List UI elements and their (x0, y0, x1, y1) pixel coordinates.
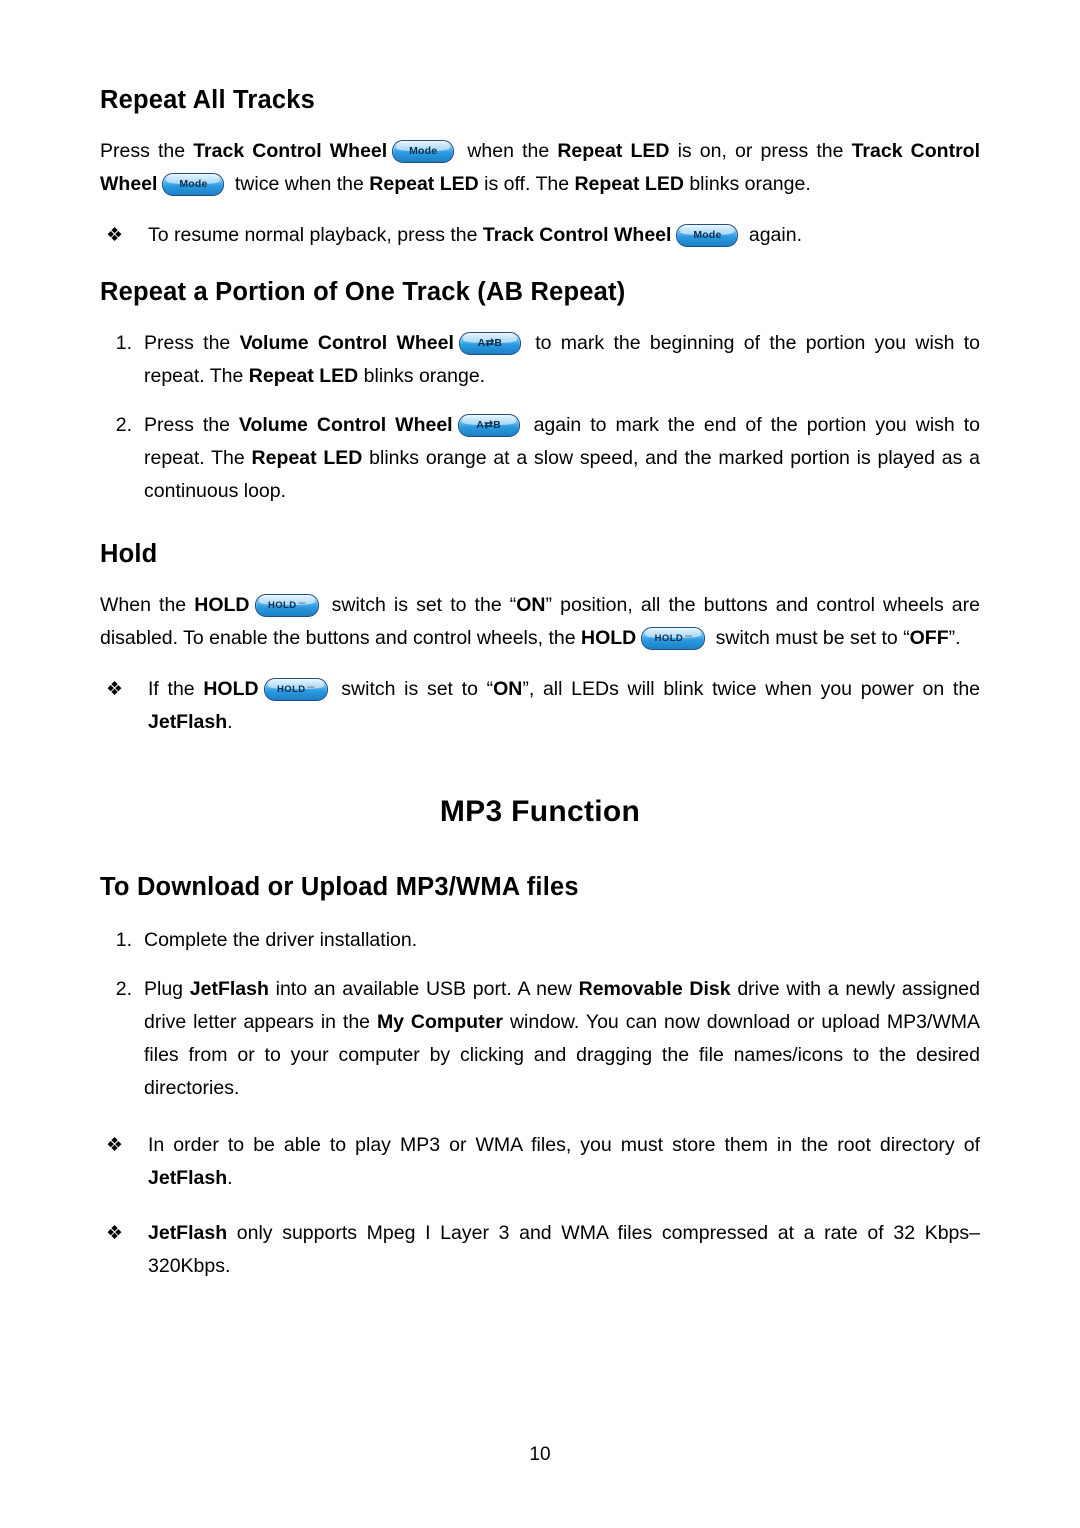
text-bold-my-computer: My Computer (376, 1011, 504, 1033)
heading-repeat-all-tracks: Repeat All Tracks (100, 86, 316, 114)
text-bold-repeat-led: Repeat LED (251, 447, 363, 469)
list-item-text: Plug JetFlash into an available USB port… (144, 973, 980, 1105)
text-fragment: ”, all LEDs will blink twice when you po… (522, 678, 981, 700)
text-bold-track-control-wheel: Track Control Wheel (482, 224, 672, 246)
bullet-text: To resume normal playback, press the Tra… (148, 219, 980, 252)
bullet-diamond-icon: ❖ (106, 679, 124, 700)
text-bold-repeat-led: Repeat LED (557, 140, 670, 162)
text-fragment: into an available USB port. A new (268, 978, 579, 1000)
text-fragment: switch must be set to “ (710, 627, 910, 649)
text-bold-hold-2: HOLD (580, 627, 637, 649)
paragraph-repeat-all-tracks: Press the Track Control Wheel Mode when t… (100, 135, 980, 201)
paragraph-hold: When the HOLD HOLD ━ switch is set to the … (100, 589, 980, 655)
list-item-text: Complete the driver installation. (144, 929, 418, 951)
list-item-number: 1. (115, 929, 132, 951)
hold-arrow-icon: ━ (307, 682, 315, 695)
bullet-item-hold-leds: ❖ If the HOLD HOLD ━ switch is set to “ON”… (100, 673, 980, 739)
list-item-number: 1. (115, 332, 132, 354)
text-fragment: switch is set to the “ (323, 594, 517, 616)
list-mp3-steps: 1. Complete the driver installation. 2. … (100, 924, 980, 1105)
bullet-diamond-icon: ❖ (106, 1135, 124, 1156)
heading-hold: Hold (100, 540, 158, 568)
text-bold-jetflash: JetFlash (148, 1167, 228, 1189)
text-bold-volume-control-wheel: Volume Control Wheel (238, 414, 453, 436)
mode-button-label: Mode (409, 145, 438, 158)
text-fragment: In order to be able to play MP3 or WMA f… (148, 1134, 980, 1156)
hold-switch-label: HOLD (277, 684, 306, 696)
text-bold-hold: HOLD (203, 678, 259, 700)
text-bold-on: ON (493, 678, 523, 700)
text-bold-volume-control-wheel: Volume Control Wheel (239, 332, 454, 354)
bullet-diamond-icon: ❖ (106, 1223, 124, 1244)
chapter-title-mp3-function: MP3 Function (439, 795, 641, 828)
ab-button-label: A⇄B (477, 337, 503, 350)
bullet-text: In order to be able to play MP3 or WMA f… (148, 1129, 980, 1195)
list-ab-repeat-steps: 1. Press the Volume Control Wheel A⇄B to … (100, 327, 980, 508)
text-fragment: only supports Mpeg I Layer 3 and WMA fil… (148, 1222, 980, 1277)
text-bold-off: OFF (909, 627, 949, 649)
bullet-text: JetFlash only supports Mpeg I Layer 3 an… (148, 1217, 980, 1283)
text-fragment: switch is set to “ (332, 678, 494, 700)
ab-button-icon: A⇄B (457, 414, 520, 438)
bullet-item-supported-formats: ❖ JetFlash only supports Mpeg I Layer 3 … (100, 1217, 980, 1283)
text-fragment: Press the (144, 414, 239, 436)
list-item-number: 2. (115, 978, 132, 1000)
list-item-text: Press the Volume Control Wheel A⇄B again … (144, 409, 980, 508)
heading-download-upload: To Download or Upload MP3/WMA files (100, 873, 579, 901)
hold-switch-icon: HOLD ━ (263, 678, 328, 702)
text-bold-track-control-wheel: Track Control Wheel (193, 140, 388, 162)
mode-button-label: Mode (693, 229, 722, 242)
bullet-diamond-icon: ❖ (106, 225, 124, 246)
heading-ab-repeat: Repeat a Portion of One Track (AB Repeat… (100, 278, 626, 306)
text-fragment: Press the (100, 140, 194, 162)
text-fragment: When the (100, 594, 195, 616)
hold-arrow-icon: ━ (685, 631, 692, 644)
hold-switch-icon: HOLD ━ (641, 627, 706, 651)
document-page: Repeat All Tracks Press the Track Contro… (0, 0, 1080, 1528)
hold-switch-icon: HOLD ━ (254, 594, 319, 618)
text-fragment: . (227, 1167, 233, 1189)
text-bold-jetflash: JetFlash (189, 978, 269, 1000)
hold-switch-label: HOLD (654, 633, 684, 645)
text-fragment: is on, or press the (669, 140, 852, 162)
text-bold-repeat-led-3: Repeat LED (574, 173, 684, 195)
text-fragment: ”. (948, 627, 961, 649)
list-item: 2. Press the Volume Control Wheel A⇄B aga… (100, 409, 980, 508)
text-fragment: Press the (144, 332, 240, 354)
mode-button-icon: Mode (676, 224, 739, 248)
text-bold-repeat-led: Repeat LED (248, 365, 359, 387)
mode-button-icon: Mode (162, 173, 225, 197)
list-item-number: 2. (115, 414, 132, 436)
bullet-item-resume-playback: ❖ To resume normal playback, press the T… (100, 219, 980, 252)
text-bold-on: ON (516, 594, 546, 616)
text-fragment: again. (743, 224, 803, 246)
text-fragment: blinks orange. (683, 173, 811, 195)
ab-button-label: A⇄B (476, 419, 501, 432)
text-fragment: when the (459, 140, 558, 162)
text-fragment: Plug (144, 978, 190, 1000)
hold-switch-label: HOLD (267, 600, 297, 612)
list-item: 1. Complete the driver installation. (100, 924, 980, 957)
text-bold-repeat-led-2: Repeat LED (369, 173, 479, 195)
text-fragment: To resume normal playback, press the (148, 224, 483, 246)
bullet-item-root-directory: ❖ In order to be able to play MP3 or WMA… (100, 1129, 980, 1195)
ab-button-icon: A⇄B (458, 332, 521, 356)
page-number: 10 (529, 1444, 551, 1465)
bullet-text: If the HOLD HOLD ━ switch is set to “ON”, … (148, 673, 980, 739)
mode-button-icon: Mode (392, 140, 455, 164)
text-bold-hold: HOLD (194, 594, 250, 616)
text-fragment: . (227, 711, 233, 733)
text-fragment: blinks orange. (358, 365, 486, 387)
list-item-text: Press the Volume Control Wheel A⇄B to mar… (144, 327, 980, 393)
text-fragment: is off. The (478, 173, 575, 195)
text-bold-removable-disk: Removable Disk (578, 978, 731, 1000)
text-bold-jetflash: JetFlash (148, 1222, 228, 1244)
mode-button-label: Mode (179, 178, 208, 191)
hold-arrow-icon: ━ (298, 598, 306, 611)
list-item: 1. Press the Volume Control Wheel A⇄B to … (100, 327, 980, 393)
text-fragment: twice when the (229, 173, 370, 195)
list-item: 2. Plug JetFlash into an available USB p… (100, 973, 980, 1105)
text-fragment: If the (148, 678, 204, 700)
text-bold-jetflash: JetFlash (148, 711, 228, 733)
